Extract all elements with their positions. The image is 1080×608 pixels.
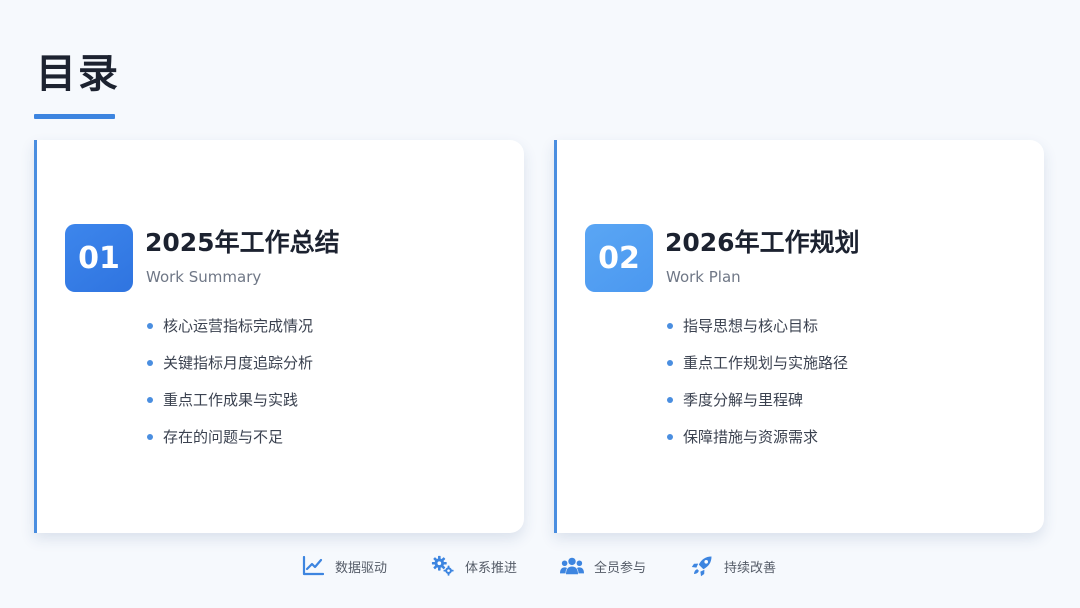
list-item: 季度分解与里程碑	[667, 388, 848, 425]
card-subtitle: Work Plan	[666, 268, 741, 286]
card-item-list: 核心运营指标完成情况 关键指标月度追踪分析 重点工作成果与实践 存在的问题与不足	[147, 314, 313, 462]
footer-item-improvement: 持续改善	[690, 552, 776, 580]
footer-item-participation: 全员参与	[560, 552, 646, 580]
footer-item-label: 持续改善	[724, 560, 777, 576]
page-title: 目录	[36, 51, 120, 97]
bullet-icon	[667, 323, 673, 329]
number-badge: 02	[585, 224, 653, 292]
list-item: 重点工作成果与实践	[147, 388, 313, 425]
footer-bar: 数据驱动 体系推进 全员参与 持续改善	[0, 552, 1080, 580]
list-item: 关键指标月度追踪分析	[147, 351, 313, 388]
card-subtitle: Work Summary	[146, 268, 262, 286]
number-badge: 01	[65, 224, 133, 292]
list-item: 存在的问题与不足	[147, 425, 313, 462]
bullet-icon	[667, 397, 673, 403]
list-item-label: 保障措施与资源需求	[683, 428, 819, 446]
card-work-summary[interactable]: 01 2025年工作总结 Work Summary 核心运营指标完成情况 关键指…	[34, 140, 524, 533]
card-title: 2025年工作总结	[145, 228, 340, 257]
bullet-icon	[147, 360, 153, 366]
footer-item-label: 体系推进	[465, 560, 518, 576]
bullet-icon	[147, 434, 153, 440]
list-item: 核心运营指标完成情况	[147, 314, 313, 351]
list-item-label: 存在的问题与不足	[163, 428, 284, 446]
card-title: 2026年工作规划	[665, 228, 860, 257]
list-item: 保障措施与资源需求	[667, 425, 848, 462]
list-item-label: 关键指标月度追踪分析	[163, 354, 314, 372]
users-icon	[560, 554, 584, 578]
footer-item-system: 体系推进	[431, 552, 517, 580]
list-item-label: 重点工作规划与实施路径	[683, 354, 849, 372]
footer-item-label: 数据驱动	[335, 560, 388, 576]
list-item-label: 核心运营指标完成情况	[163, 317, 314, 335]
gears-icon	[431, 554, 455, 578]
footer-item-data-driven: 数据驱动	[301, 552, 387, 580]
rocket-icon	[690, 554, 714, 578]
card-item-list: 指导思想与核心目标 重点工作规划与实施路径 季度分解与里程碑 保障措施与资源需求	[667, 314, 848, 462]
bullet-icon	[147, 323, 153, 329]
footer-item-label: 全员参与	[594, 560, 647, 576]
bullet-icon	[667, 360, 673, 366]
bullet-icon	[147, 397, 153, 403]
line-chart-icon	[301, 554, 325, 578]
list-item-label: 重点工作成果与实践	[163, 391, 299, 409]
card-work-plan[interactable]: 02 2026年工作规划 Work Plan 指导思想与核心目标 重点工作规划与…	[554, 140, 1044, 533]
list-item-label: 指导思想与核心目标	[683, 317, 819, 335]
list-item-label: 季度分解与里程碑	[683, 391, 804, 409]
bullet-icon	[667, 434, 673, 440]
list-item: 重点工作规划与实施路径	[667, 351, 848, 388]
title-underline	[34, 114, 115, 119]
list-item: 指导思想与核心目标	[667, 314, 848, 351]
